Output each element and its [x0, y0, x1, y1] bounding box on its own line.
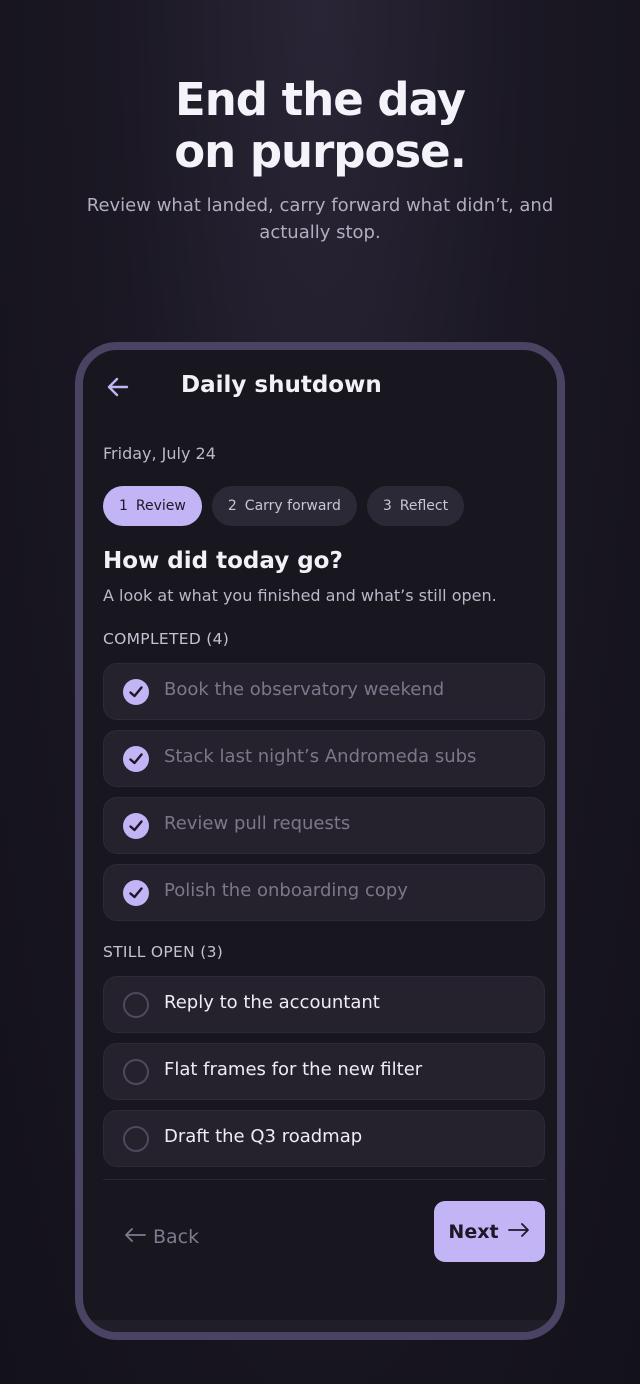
- task-label: Reply to the accountant: [164, 992, 380, 1013]
- task-label: Flat frames for the new filter: [164, 1059, 423, 1080]
- footer-divider: [103, 1179, 545, 1180]
- hero-title-line2: on purpose.: [174, 125, 467, 178]
- task-label: Book the observatory weekend: [164, 679, 445, 700]
- unchecked-checkbox-icon[interactable]: [123, 1126, 149, 1152]
- open-task-item[interactable]: Flat frames for the new filter: [103, 1043, 545, 1100]
- task-label: Stack last night’s Andromeda subs: [164, 746, 477, 767]
- checked-checkbox-icon[interactable]: [123, 813, 149, 839]
- step-number: 3: [382, 498, 392, 514]
- open-section-label: STILL OPEN (3): [103, 943, 224, 961]
- step-label: Carry forward: [244, 498, 341, 514]
- step-number: 1: [119, 498, 128, 514]
- screen-title: Daily shutdown: [181, 372, 382, 398]
- step-label: Reflect: [399, 498, 449, 514]
- phone-screen: Daily shutdown Friday, July 24 1 Review …: [83, 350, 557, 1332]
- hero-subtitle-line2: actually stop.: [259, 222, 381, 243]
- date-label: Friday, July 24: [103, 444, 216, 463]
- hero-title-line1: End the day: [175, 73, 466, 126]
- back-button-label: Back: [153, 1226, 200, 1248]
- completed-section-label: COMPLETED (4): [103, 630, 230, 648]
- step-number: 2: [227, 498, 237, 514]
- next-button-label: Next: [448, 1220, 499, 1243]
- phone-frame: Daily shutdown Friday, July 24 1 Review …: [75, 342, 565, 1340]
- open-task-item[interactable]: Reply to the accountant: [103, 976, 545, 1033]
- completed-task-item[interactable]: Book the observatory weekend: [103, 663, 545, 720]
- tab-reflect[interactable]: 3 Reflect: [366, 486, 465, 526]
- back-arrow-icon[interactable]: [105, 374, 131, 400]
- checked-checkbox-icon[interactable]: [123, 679, 149, 705]
- task-label: Draft the Q3 roadmap: [164, 1126, 363, 1147]
- question-title: How did today go?: [103, 548, 343, 574]
- hero-subtitle-line1: Review what landed, carry forward what d…: [86, 195, 554, 216]
- checked-checkbox-icon[interactable]: [123, 880, 149, 906]
- tab-carry-forward[interactable]: 2 Carry forward: [211, 486, 357, 526]
- task-label: Review pull requests: [164, 813, 351, 834]
- task-label: Polish the onboarding copy: [164, 880, 408, 901]
- step-label: Review: [135, 498, 186, 514]
- arrow-right-icon: [507, 1221, 531, 1243]
- checked-checkbox-icon[interactable]: [123, 746, 149, 772]
- back-button[interactable]: Back: [123, 1226, 199, 1248]
- open-task-item[interactable]: Draft the Q3 roadmap: [103, 1110, 545, 1167]
- completed-task-item[interactable]: Stack last night’s Andromeda subs: [103, 730, 545, 787]
- completed-task-item[interactable]: Review pull requests: [103, 797, 545, 854]
- step-tabs: 1 Review 2 Carry forward 3 Reflect: [103, 486, 465, 526]
- tab-review[interactable]: 1 Review: [103, 486, 202, 526]
- arrow-left-icon: [123, 1226, 147, 1248]
- question-subtitle: A look at what you finished and what’s s…: [103, 586, 497, 605]
- hero-subtitle: Review what landed, carry forward what d…: [80, 192, 560, 246]
- bottom-bar: [83, 1320, 557, 1332]
- completed-task-item[interactable]: Polish the onboarding copy: [103, 864, 545, 921]
- next-button[interactable]: Next: [434, 1201, 545, 1262]
- unchecked-checkbox-icon[interactable]: [123, 1059, 149, 1085]
- unchecked-checkbox-icon[interactable]: [123, 992, 149, 1018]
- top-bar: Daily shutdown: [83, 350, 557, 422]
- hero-title: End the day on purpose.: [0, 74, 640, 178]
